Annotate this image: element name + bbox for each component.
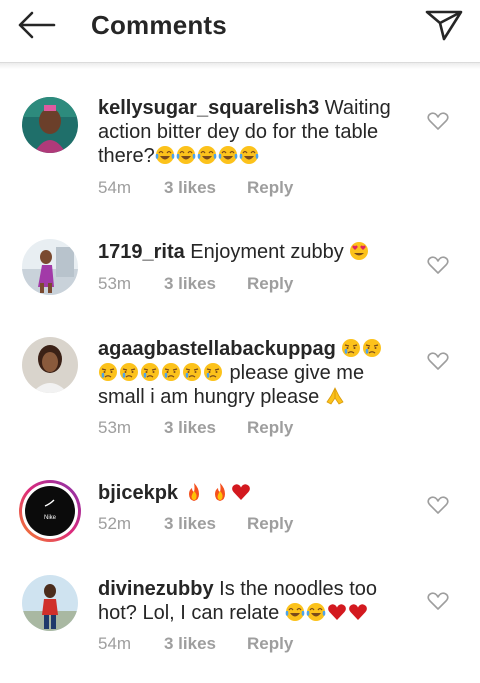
like-heart-icon[interactable] — [427, 495, 449, 515]
like-heart-icon[interactable] — [427, 111, 449, 131]
username[interactable]: kellysugar_squarelish3 — [98, 97, 319, 119]
crying-icon — [182, 362, 202, 382]
tears-of-joy-icon — [155, 145, 175, 165]
crying-icon — [161, 362, 181, 382]
likes-count[interactable]: 3 likes — [164, 514, 216, 534]
red-heart-icon — [327, 602, 347, 622]
crying-icon — [140, 362, 160, 382]
timestamp: 54m — [98, 634, 132, 653]
tears-of-joy-icon — [285, 602, 305, 622]
comment-text: Enjoyment zubby — [184, 241, 350, 263]
avatar[interactable] — [22, 337, 78, 393]
like-heart-icon[interactable] — [427, 351, 449, 371]
comment-body: bjicekpk — [98, 481, 408, 505]
likes-count[interactable]: 3 likes — [164, 634, 216, 654]
avatar-logo-text: Nike — [44, 515, 57, 521]
fire-icon — [184, 482, 204, 502]
username[interactable]: agaagbastellabackuppag — [98, 338, 336, 360]
crying-icon — [362, 338, 382, 358]
avatar[interactable] — [22, 97, 78, 153]
avatar[interactable] — [22, 239, 78, 295]
avatar[interactable]: Nike — [18, 479, 82, 543]
crying-icon — [203, 362, 223, 382]
red-heart-icon — [231, 482, 251, 502]
username[interactable]: 1719_rita — [98, 241, 185, 263]
comment-body: kellysugar_squarelish3 Waiting action bi… — [98, 96, 408, 168]
comment-body: divinezubby Is the noodles too hot? Lol,… — [98, 577, 408, 625]
tears-of-joy-icon — [218, 145, 238, 165]
tears-of-joy-icon — [306, 602, 326, 622]
likes-count[interactable]: 3 likes — [164, 178, 216, 198]
username[interactable]: divinezubby — [98, 578, 214, 600]
reply-button[interactable]: Reply — [247, 634, 293, 654]
likes-count[interactable]: 3 likes — [164, 418, 216, 438]
emoji-group — [155, 145, 260, 167]
reply-button[interactable]: Reply — [247, 418, 293, 438]
heart-eyes-icon — [349, 241, 369, 261]
comment-body: agaagbastellabackuppag please give me sm… — [98, 337, 408, 409]
reply-button[interactable]: Reply — [247, 274, 293, 294]
timestamp: 54m — [98, 178, 132, 197]
reply-button[interactable]: Reply — [247, 514, 293, 534]
crying-icon — [119, 362, 139, 382]
fire-icon — [210, 482, 230, 502]
crying-icon — [98, 362, 118, 382]
page-title: Comments — [91, 10, 227, 40]
red-heart-icon — [348, 602, 368, 622]
header-shadow — [0, 63, 480, 69]
paper-plane-icon[interactable] — [424, 8, 464, 42]
likes-count[interactable]: 3 likes — [164, 274, 216, 294]
timestamp: 53m — [98, 274, 132, 293]
reply-button[interactable]: Reply — [247, 178, 293, 198]
like-heart-icon[interactable] — [427, 591, 449, 611]
tears-of-joy-icon — [176, 145, 196, 165]
tears-of-joy-icon — [239, 145, 259, 165]
timestamp: 53m — [98, 418, 132, 437]
tears-of-joy-icon — [197, 145, 217, 165]
top-bar: Comments — [0, 0, 480, 63]
comment-body: 1719_rita Enjoyment zubby — [98, 240, 408, 264]
timestamp: 52m — [98, 514, 132, 533]
folded-hands-icon — [325, 386, 345, 406]
avatar[interactable] — [22, 575, 78, 631]
username[interactable]: bjicekpk — [98, 482, 178, 504]
crying-icon — [341, 338, 361, 358]
back-arrow-icon[interactable] — [16, 10, 56, 40]
like-heart-icon[interactable] — [427, 255, 449, 275]
